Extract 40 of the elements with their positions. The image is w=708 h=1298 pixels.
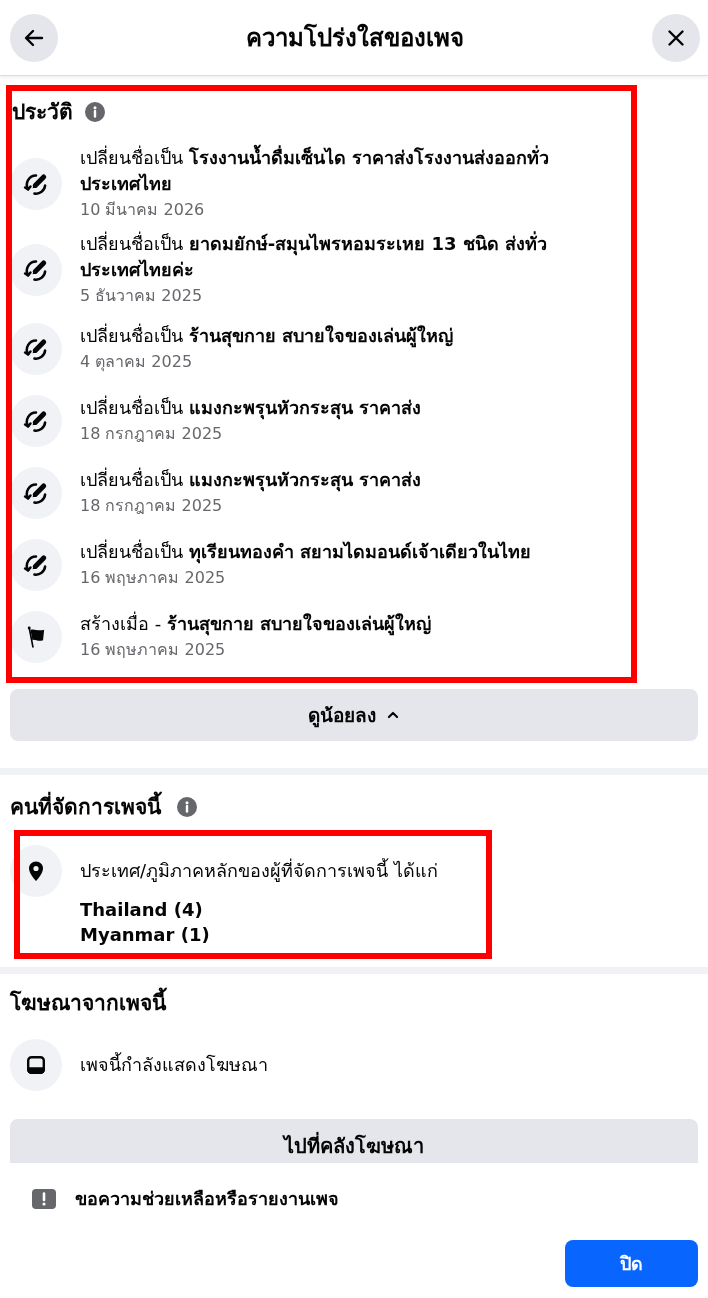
back-button[interactable] — [10, 13, 58, 62]
history-entry-text: เปลี่ยนชื่อเป็น ทุเรียนทองคำ สยามไดมอนด์เจ้าเดียวในไทย — [80, 539, 531, 565]
history-date: 18 กรกฎาคม 2025 — [80, 423, 224, 445]
history-entry-text: สร้างเมื่อ - ร้านสุขกาย สบายใจของเล่นผู้ใหญ่ — [80, 611, 432, 637]
report-link[interactable]: ขอความช่วยเหลือหรือรายงานเพจ — [32, 1186, 339, 1212]
history-entry-text: เปลี่ยนชื่อเป็น โรงงานน้ำดื่มเซ็นได ราคาส่งโรงงานส่งออกทั่วประเทศไทย — [80, 145, 630, 197]
history-entry-text: เปลี่ยนชื่อเป็น แมงกะพรุนหัวกระสุน ราคาส่ง — [80, 395, 421, 421]
info-icon — [177, 797, 197, 817]
ad-library-button[interactable]: ไปที่คลังโฆษณา — [10, 1119, 698, 1163]
ad-status-text: เพจนี้กำลังแสดงโฆษณา — [80, 1052, 268, 1077]
pencil-circular-arrows-icon — [10, 467, 62, 519]
section-heading: โฆษณาจากเพจนี้ — [10, 989, 698, 1017]
location-text: ประเทศ/ภูมิภาคหลักของผู้ที่จัดการเพจนี้ ได้แก่ — [80, 858, 438, 884]
history-date: 18 กรกฎาคม 2025 — [80, 495, 224, 517]
pencil-circular-arrows-icon — [10, 539, 62, 591]
pencil-circular-arrows-icon — [10, 323, 62, 375]
history-date: 4 ตุลาคม 2025 — [80, 351, 194, 374]
section-heading: ประวัติ — [12, 99, 73, 126]
history-entry-text: เปลี่ยนชื่อเป็น แมงกะพรุนหัวกระสุน ราคาส่ง — [80, 467, 421, 493]
section-heading: คนที่จัดการเพจนี้ — [10, 793, 161, 821]
info-icon — [85, 102, 105, 122]
flag-icon — [10, 611, 62, 663]
country-entry: Myanmar (1) — [80, 923, 211, 947]
history-date: 5 ธันวาคม 2025 — [80, 285, 204, 307]
ad-screen-icon — [10, 1039, 62, 1091]
show-less-button[interactable]: ดูน้อยลง — [10, 689, 698, 741]
exclamation-icon — [32, 1189, 56, 1209]
close-dialog-button[interactable]: ปิด — [565, 1240, 698, 1287]
country-entry: Thailand (4) — [80, 898, 204, 922]
page-title: ความโปร่งใสของเพจ — [246, 22, 464, 54]
history-date: 16 พฤษภาคม 2025 — [80, 567, 227, 589]
pencil-circular-arrows-icon — [10, 244, 62, 296]
pencil-circular-arrows-icon — [10, 395, 62, 447]
pencil-circular-arrows-icon — [10, 158, 62, 210]
history-entry-text: เปลี่ยนชื่อเป็น ร้านสุขกาย สบายใจของเล่นผู้ใหญ่ — [80, 323, 453, 349]
location-pin-icon — [10, 845, 62, 897]
history-date: 16 พฤษภาคม 2025 — [80, 639, 227, 661]
history-date: 10 มีนาคม 2026 — [80, 199, 206, 221]
history-entry-text: เปลี่ยนชื่อเป็น ยาดมยักษ์-สมุนไพรหอมระเหย 13 ชนิด ส่งทั่วประเทศไทยค่ะ — [80, 231, 549, 282]
close-button[interactable] — [652, 13, 700, 62]
